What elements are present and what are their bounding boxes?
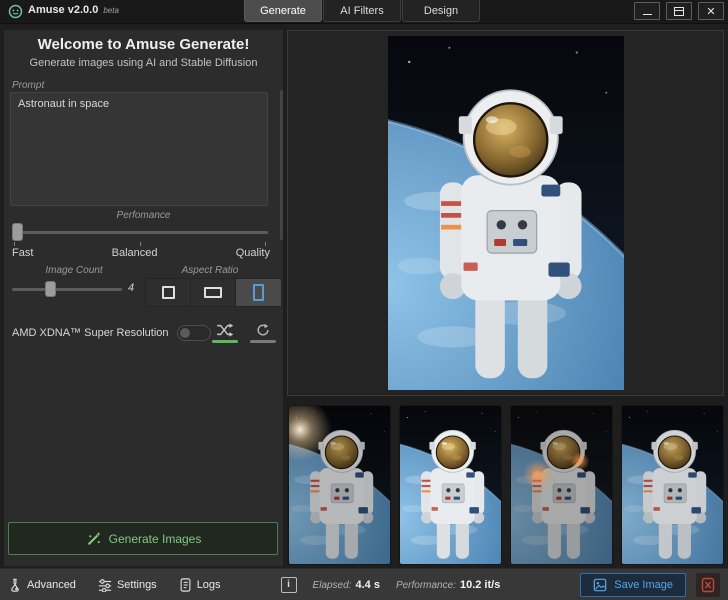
shuffle-button[interactable] [212,323,238,343]
thumbnail-3[interactable] [510,405,613,565]
portrait-aspect-icon [253,284,264,301]
performance-slider-thumb[interactable] [12,223,23,241]
performance-option-fast[interactable]: Fast [12,247,33,259]
minimize-button[interactable] [634,2,660,20]
refresh-inactive-indicator [250,340,276,343]
app-brand: Amuse v2.0.0 beta [0,4,119,19]
save-image-button[interactable]: Save Image [580,573,686,597]
generate-images-button[interactable]: Generate Images [8,522,278,555]
settings-label: Settings [117,579,157,591]
shuffle-icon [216,323,234,337]
square-aspect-icon [162,286,175,299]
thumbnail-4-image [622,406,723,564]
performance-metric: Performance: 10.2 it/s [396,579,500,591]
performance-ticks [14,242,266,246]
save-image-label: Save Image [614,579,673,591]
aspect-ratio-landscape-button[interactable] [191,279,236,306]
window-controls: ✕ [634,2,724,20]
welcome-subtitle: Generate images using AI and Stable Diff… [4,57,283,69]
prompt-tool-buttons [212,323,276,343]
shuffle-active-indicator [212,340,238,343]
image-count-slider-track[interactable] [12,288,122,291]
save-image-icon [593,578,607,592]
tick-fast [14,242,15,246]
prompt-input[interactable]: Astronaut in space [10,92,268,206]
maximize-icon [674,7,684,16]
thumbnail-1-image [289,406,390,564]
super-resolution-toggle[interactable] [177,325,211,341]
toggle-knob [180,328,190,338]
image-count-value: 4 [128,282,134,294]
logs-label: Logs [197,579,221,591]
amuse-app-window: Amuse v2.0.0 beta Generate AI Filters De… [0,0,728,600]
amuse-logo-icon [8,4,23,19]
titlebar: Amuse v2.0.0 beta Generate AI Filters De… [0,0,728,24]
advanced-label: Advanced [27,579,76,591]
performance-metric-label: Performance: [396,580,456,591]
beta-tag: beta [103,6,119,15]
tab-ai-filters[interactable]: AI Filters [323,0,401,22]
preview-panel [287,30,724,396]
elapsed-label: Elapsed: [313,580,352,591]
refresh-icon [255,323,271,337]
app-title: Amuse v2.0.0 [28,4,98,16]
image-count-slider[interactable] [12,280,122,298]
document-icon [179,578,192,592]
aspect-ratio-group [145,278,282,307]
performance-option-balanced[interactable]: Balanced [112,247,158,259]
maximize-button[interactable] [666,2,692,20]
settings-button[interactable]: Settings [98,578,157,592]
elapsed-metric: Elapsed: 4.4 s [313,579,380,591]
magic-wand-icon [85,531,101,547]
performance-option-quality[interactable]: Quality [236,247,270,259]
super-resolution-label: AMD XDNA™ Super Resolution [12,327,169,339]
thumbnail-gallery [287,404,728,566]
logs-button[interactable]: Logs [179,578,221,592]
generated-image-preview[interactable] [388,36,624,390]
performance-label: Perfomance [4,210,283,221]
refresh-button[interactable] [250,323,276,343]
image-count-label: Image Count [4,265,144,276]
main-tabs: Generate AI Filters Design [244,0,481,22]
aspect-ratio-label: Aspect Ratio [144,265,276,276]
generate-images-label: Generate Images [109,532,202,546]
minimize-icon [643,14,652,15]
performance-options: Fast Balanced Quality [12,247,270,259]
delete-image-button[interactable] [696,573,720,597]
thumbnail-2[interactable] [399,405,502,565]
super-resolution-row: AMD XDNA™ Super Resolution [12,316,276,350]
sidebar: Welcome to Amuse Generate! Generate imag… [4,30,283,566]
thumbnail-3-image [511,406,612,564]
info-button[interactable]: i [281,577,297,593]
image-count-slider-thumb[interactable] [45,281,56,297]
tab-generate[interactable]: Generate [244,0,322,22]
aspect-ratio-portrait-button[interactable] [236,279,281,306]
landscape-aspect-icon [204,287,222,298]
elapsed-value: 4.4 s [355,579,379,591]
tab-design[interactable]: Design [402,0,480,22]
tick-quality [265,242,266,246]
performance-slider[interactable] [12,223,268,241]
performance-metric-value: 10.2 it/s [460,579,500,591]
statusbar: Advanced Settings Logs i Ela [0,568,728,600]
close-button[interactable]: ✕ [698,2,724,20]
aspect-ratio-square-button[interactable] [146,279,191,306]
advanced-button[interactable]: Advanced [8,578,76,592]
tick-balanced [140,242,141,246]
thumbnail-1[interactable] [288,405,391,565]
thumbnail-2-image [400,406,501,564]
thumbnail-4[interactable] [621,405,724,565]
sliders-icon [98,578,112,592]
delete-image-icon [701,577,715,593]
performance-slider-track[interactable] [12,231,268,234]
prompt-label: Prompt [12,80,44,91]
welcome-title: Welcome to Amuse Generate! [4,36,283,53]
flask-icon [8,578,22,592]
